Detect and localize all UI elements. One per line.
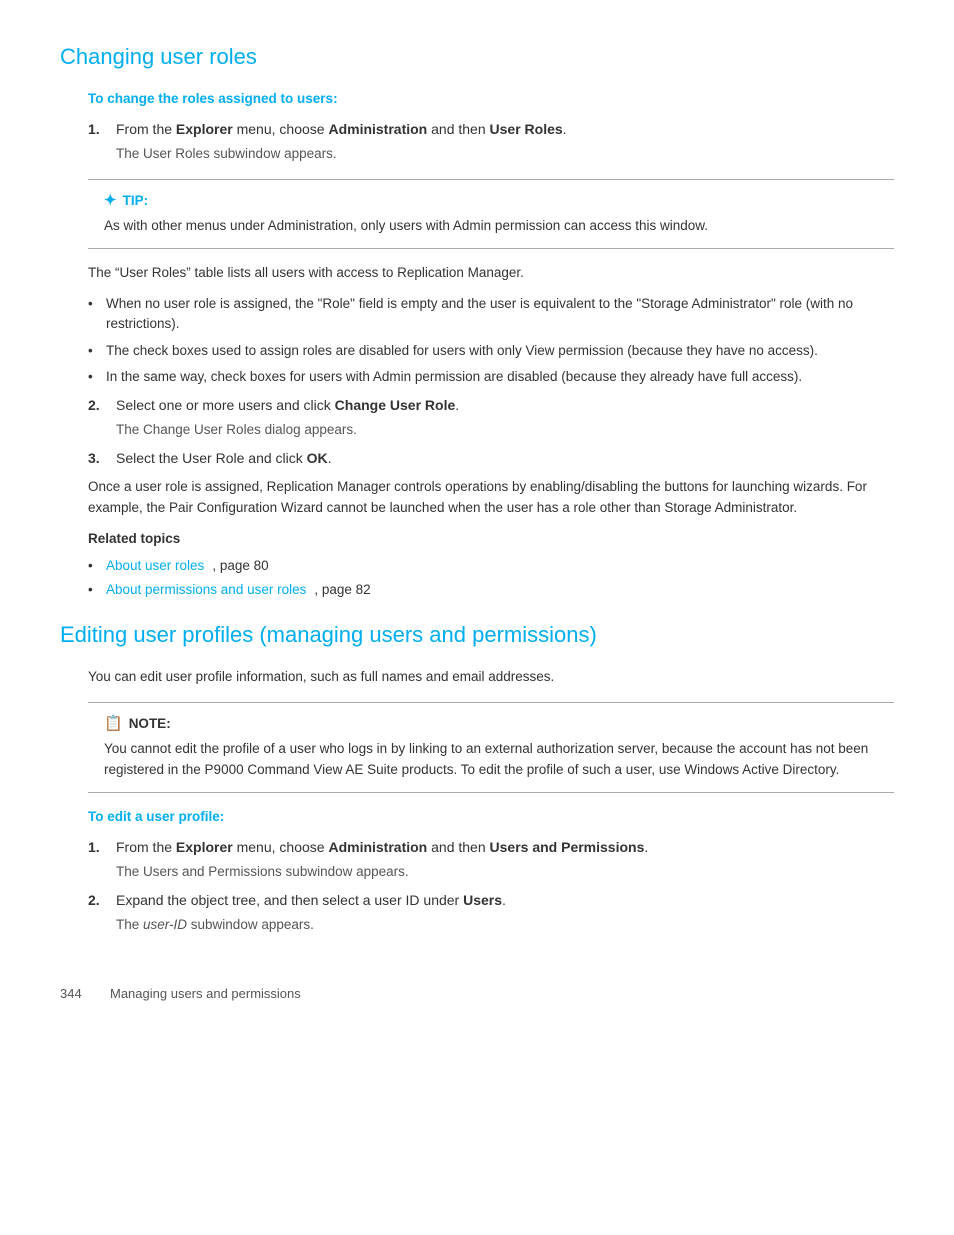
section1-title: Changing user roles: [60, 40, 894, 73]
section2-step-2-content: Expand the object tree, and then select …: [116, 890, 894, 935]
note-label: 📋 NOTE:: [104, 713, 878, 736]
step-3-num: 3.: [88, 448, 106, 469]
related-link-2: About permissions and user roles, page 8…: [88, 580, 894, 600]
step-2-num: 2.: [88, 395, 106, 440]
section-changing-user-roles: Changing user roles To change the roles …: [60, 40, 894, 600]
related-list: About user roles, page 80 About permissi…: [88, 556, 894, 601]
note-icon: 📋: [104, 713, 123, 736]
bullet-1: When no user role is assigned, the "Role…: [88, 294, 894, 335]
about-permissions-link[interactable]: About permissions and user roles: [106, 580, 306, 600]
section2-intro: You can edit user profile information, s…: [88, 667, 894, 688]
about-user-roles-link[interactable]: About user roles: [106, 556, 204, 576]
tip-label: ✦ TIP:: [104, 190, 878, 213]
bullet-2: The check boxes used to assign roles are…: [88, 341, 894, 361]
step-1-num: 1.: [88, 119, 106, 164]
step-2: 2. Select one or more users and click Ch…: [88, 395, 894, 440]
related-link-1: About user roles, page 80: [88, 556, 894, 576]
step-1-sub: The User Roles subwindow appears.: [116, 144, 894, 164]
step-1-text: From the Explorer menu, choose Administr…: [116, 121, 567, 137]
section1-procedure-title: To change the roles assigned to users:: [88, 89, 894, 109]
note-box: 📋 NOTE: You cannot edit the profile of a…: [88, 702, 894, 793]
section2-title: Editing user profiles (managing users an…: [60, 618, 894, 651]
section2-procedure-title: To edit a user profile:: [88, 807, 894, 827]
step-2-text: Select one or more users and click Chang…: [116, 397, 459, 413]
section-editing-user-profiles: Editing user profiles (managing users an…: [60, 618, 894, 936]
section2-step-2-num: 2.: [88, 890, 106, 935]
section2-step-1-content: From the Explorer menu, choose Administr…: [116, 837, 894, 882]
section2-step-2-sub: The user-ID subwindow appears.: [116, 915, 894, 935]
section2-step-1: 1. From the Explorer menu, choose Admini…: [88, 837, 894, 882]
after-steps-para: Once a user role is assigned, Replicatio…: [88, 477, 894, 519]
step-1-content: From the Explorer menu, choose Administr…: [116, 119, 894, 164]
bullet-3: In the same way, check boxes for users w…: [88, 367, 894, 387]
section2-step-2: 2. Expand the object tree, and then sele…: [88, 890, 894, 935]
tip-text: As with other menus under Administration…: [104, 216, 878, 236]
step-3-text: Select the User Role and click OK.: [116, 450, 332, 466]
step-2-content: Select one or more users and click Chang…: [116, 395, 894, 440]
section2-step-2-text: Expand the object tree, and then select …: [116, 892, 506, 908]
related-topics-title: Related topics: [88, 529, 894, 549]
note-text: You cannot edit the profile of a user wh…: [104, 739, 878, 780]
step-3: 3. Select the User Role and click OK.: [88, 448, 894, 469]
bullet-list: When no user role is assigned, the "Role…: [88, 294, 894, 387]
description-para: The “User Roles” table lists all users w…: [88, 263, 894, 284]
footer: 344 Managing users and permissions: [60, 984, 894, 1004]
section2-step-1-num: 1.: [88, 837, 106, 882]
footer-page: 344: [60, 984, 90, 1004]
section2-step-1-sub: The Users and Permissions subwindow appe…: [116, 862, 894, 882]
section2-step-1-text: From the Explorer menu, choose Administr…: [116, 839, 648, 855]
step-3-content: Select the User Role and click OK.: [116, 448, 894, 469]
tip-box: ✦ TIP: As with other menus under Adminis…: [88, 179, 894, 250]
step-2-sub: The Change User Roles dialog appears.: [116, 420, 894, 440]
step-1: 1. From the Explorer menu, choose Admini…: [88, 119, 894, 164]
tip-icon: ✦: [104, 190, 117, 213]
footer-text: Managing users and permissions: [110, 984, 301, 1004]
